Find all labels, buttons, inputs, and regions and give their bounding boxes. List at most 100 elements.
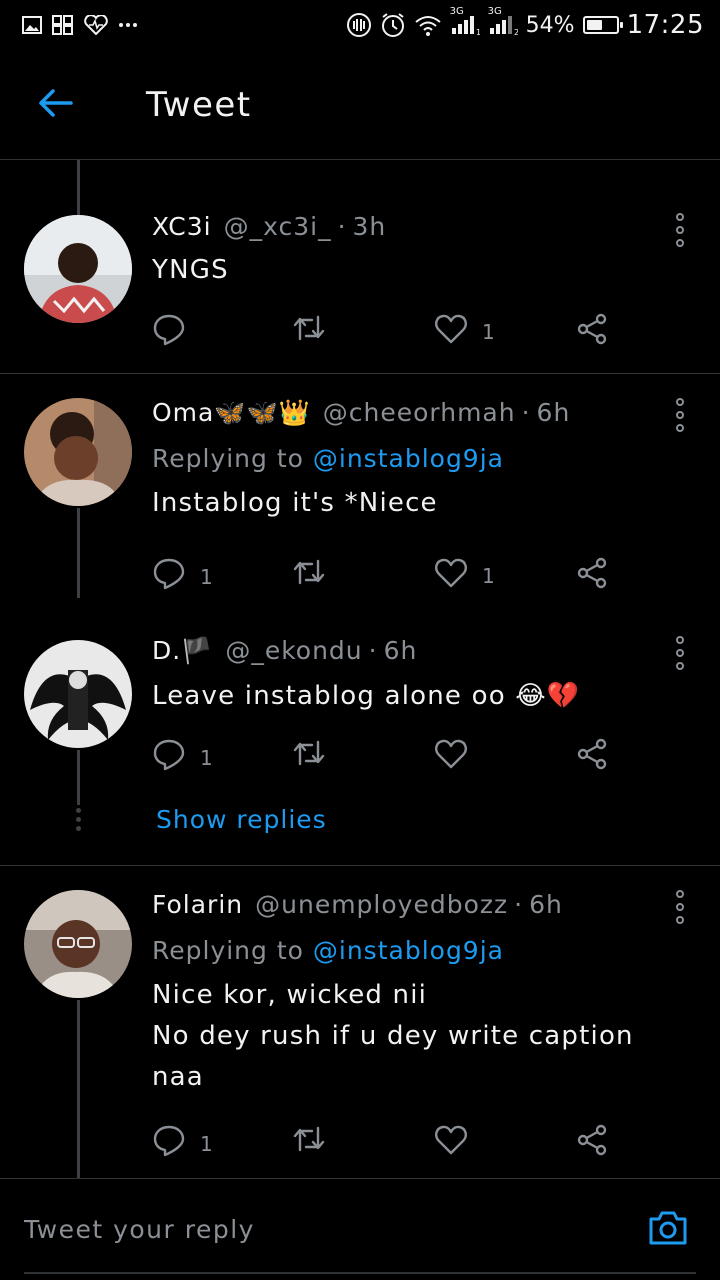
retweet-icon xyxy=(292,1124,326,1159)
retweet-icon xyxy=(292,557,326,592)
mention-link[interactable]: @instablog9ja xyxy=(313,936,504,965)
show-replies-link[interactable]: Show replies xyxy=(156,805,327,834)
more-options-button[interactable] xyxy=(670,398,690,432)
reply-input[interactable] xyxy=(24,1215,640,1244)
svg-text:2: 2 xyxy=(514,28,518,36)
author-handle[interactable]: @unemployedbozz xyxy=(255,890,508,920)
author-handle[interactable]: @_xc3i_ xyxy=(224,212,332,242)
tweet-meta: XC3i @_xc3i_ · 3h xyxy=(152,212,660,242)
replying-to-label: Replying to xyxy=(152,444,313,473)
avatar[interactable] xyxy=(24,640,132,748)
divider xyxy=(0,373,720,374)
reply-icon xyxy=(152,738,186,777)
like-button[interactable]: 1 xyxy=(434,557,495,594)
svg-text:1: 1 xyxy=(476,28,480,36)
signal-1-icon: 3G 1 xyxy=(450,6,480,36)
reply-button[interactable]: 1 xyxy=(152,1124,213,1163)
status-bar-left xyxy=(22,15,138,35)
timestamp: 3h xyxy=(352,212,387,241)
heart-icon xyxy=(434,738,468,775)
tweet-body: Folarin @unemployedbozz · 6h Replying to… xyxy=(152,890,660,1098)
reply-count: 1 xyxy=(200,1131,213,1156)
page-title: Tweet xyxy=(146,84,252,125)
more-options-button[interactable] xyxy=(670,213,690,247)
share-button[interactable] xyxy=(576,313,608,350)
tweet-text: Leave instablog alone oo 😂💔 xyxy=(152,681,581,711)
like-button[interactable]: 1 xyxy=(434,313,495,350)
alarm-icon xyxy=(380,12,406,38)
reply-icon xyxy=(152,557,186,596)
retweet-icon xyxy=(292,313,326,348)
retweet-icon xyxy=(292,738,326,773)
author-name[interactable]: Oma🦋🦋👑 xyxy=(152,398,311,428)
heart-icon xyxy=(434,557,468,594)
reply-count: 1 xyxy=(200,564,213,589)
share-button[interactable] xyxy=(576,557,608,594)
battery-icon xyxy=(582,16,623,34)
network-2-label: 3G xyxy=(487,6,502,17)
replying-to: Replying to @instablog9ja xyxy=(152,444,660,473)
reply-composer xyxy=(0,1178,720,1280)
tweet-meta: D.🏴 @_ekondu · 6h xyxy=(152,636,660,666)
more-options-button[interactable] xyxy=(670,890,690,924)
status-bar: 3G 1 3G 2 54% 17:25 xyxy=(0,0,720,50)
reply-icon xyxy=(152,313,186,352)
share-icon xyxy=(576,1124,608,1161)
like-button[interactable] xyxy=(434,738,482,775)
share-icon xyxy=(576,313,608,350)
author-handle[interactable]: @_ekondu xyxy=(225,636,362,666)
retweet-button[interactable] xyxy=(292,557,340,592)
network-1-label: 3G xyxy=(449,6,464,17)
author-name[interactable]: XC3i xyxy=(152,212,212,242)
apps-icon xyxy=(52,15,74,35)
timestamp: 6h xyxy=(383,636,418,665)
divider xyxy=(0,865,720,866)
tweet-actions: 1 1 xyxy=(152,557,622,597)
tweet-meta: Folarin @unemployedbozz · 6h xyxy=(152,890,660,920)
author-name[interactable]: Folarin xyxy=(152,890,243,920)
avatar[interactable] xyxy=(24,398,132,506)
retweet-button[interactable] xyxy=(292,313,340,348)
tweet-body: D.🏴 @_ekondu · 6h Leave instablog alone … xyxy=(152,636,660,717)
tweet-meta: Oma🦋🦋👑 @cheeorhmah · 6h xyxy=(152,398,660,428)
author-name[interactable]: D.🏴 xyxy=(152,636,213,666)
thread-line xyxy=(77,1000,80,1178)
tweet-actions: 1 xyxy=(152,738,622,778)
like-count: 1 xyxy=(482,319,495,344)
like-button[interactable] xyxy=(434,1124,482,1161)
camera-icon xyxy=(647,1209,689,1251)
retweet-button[interactable] xyxy=(292,738,340,773)
meta-separator: · xyxy=(514,890,524,919)
health-icon xyxy=(84,15,108,35)
vibrate-icon xyxy=(346,12,372,38)
gallery-icon xyxy=(22,16,42,34)
thread-line xyxy=(77,508,80,598)
reply-button[interactable]: 1 xyxy=(152,738,213,777)
author-handle[interactable]: @cheeorhmah xyxy=(323,398,516,428)
share-button[interactable] xyxy=(576,738,608,775)
reply-button[interactable]: 1 xyxy=(152,557,213,596)
more-options-button[interactable] xyxy=(670,636,690,670)
mention-link[interactable]: @instablog9ja xyxy=(313,444,504,473)
top-app-bar: Tweet xyxy=(0,50,720,160)
signal-2-icon: 3G 2 xyxy=(488,6,518,36)
retweet-button[interactable] xyxy=(292,1124,340,1159)
bottom-edge xyxy=(24,1272,696,1274)
reply-button[interactable] xyxy=(152,313,200,352)
avatar[interactable] xyxy=(24,890,132,998)
replying-to: Replying to @instablog9ja xyxy=(152,936,660,965)
camera-button[interactable] xyxy=(640,1202,696,1258)
back-button[interactable] xyxy=(0,50,110,160)
replying-to-label: Replying to xyxy=(152,936,313,965)
tweet-actions: 1 xyxy=(152,1124,622,1164)
share-icon xyxy=(576,738,608,775)
replies-feed[interactable]: XC3i @_xc3i_ · 3h YNGS 1 Oma🦋🦋👑 @cheeorh… xyxy=(0,160,720,1178)
tweet-body: Oma🦋🦋👑 @cheeorhmah · 6h Replying to @ins… xyxy=(152,398,660,524)
share-button[interactable] xyxy=(576,1124,608,1161)
thread-line xyxy=(77,160,80,215)
tweet-text: YNGS xyxy=(152,255,229,285)
timestamp: 6h xyxy=(529,890,563,919)
tweet-actions: 1 xyxy=(152,313,622,353)
arrow-left-icon xyxy=(37,88,73,122)
avatar[interactable] xyxy=(24,215,132,323)
